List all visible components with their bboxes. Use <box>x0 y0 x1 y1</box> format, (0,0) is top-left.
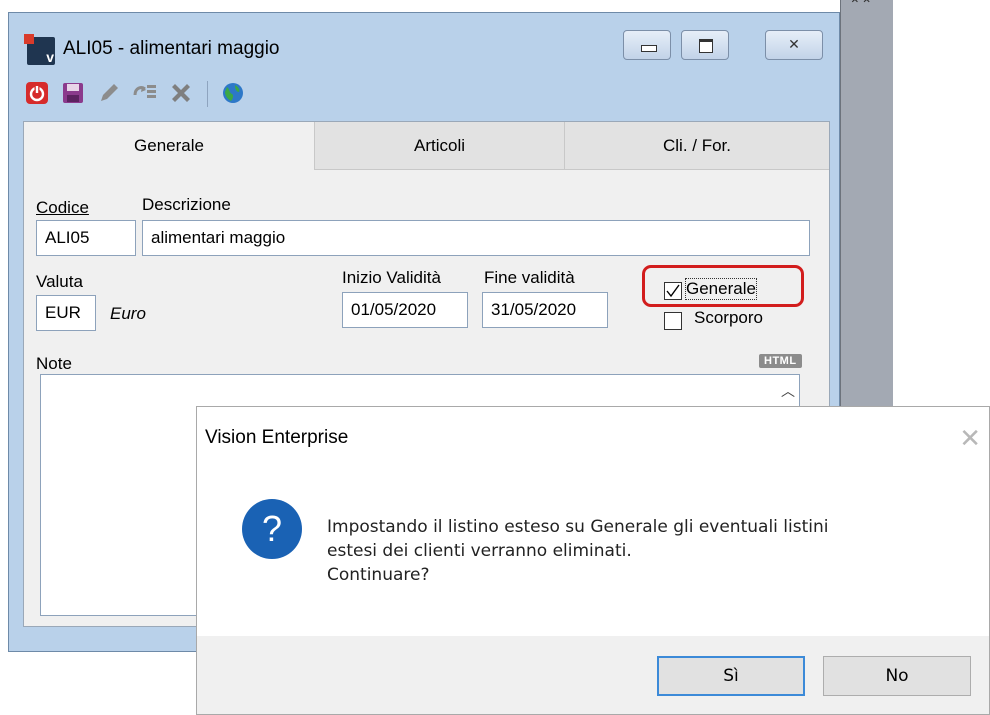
confirm-dialog: Vision Enterprise ✕ ? Impostando il list… <box>196 406 990 715</box>
minimize-button[interactable] <box>623 30 671 60</box>
dialog-message-line: Continuare? <box>327 565 430 585</box>
question-icon: ? <box>242 499 302 559</box>
dialog-footer: Sì No <box>197 636 989 714</box>
note-label: Note <box>36 354 72 373</box>
codice-field[interactable]: ALI05 <box>36 220 136 256</box>
inizio-validita-label: Inizio Validità <box>342 268 441 287</box>
tab-articoli[interactable]: Articoli <box>314 122 564 170</box>
toolbar-separator <box>207 81 208 107</box>
fine-validita-label: Fine validità <box>484 268 575 287</box>
power-icon[interactable] <box>23 79 51 107</box>
descrizione-field[interactable]: alimentari maggio <box>142 220 810 256</box>
generale-checkbox-label[interactable]: Generale <box>685 278 757 300</box>
tab-generale[interactable]: Generale <box>24 122 314 170</box>
window-title: ALI05 - alimentari maggio <box>63 38 280 59</box>
close-window-button[interactable]: ✕ <box>765 30 823 60</box>
background-window: ⌃⌃ <box>840 0 893 410</box>
dialog-message-line: estesi dei clienti verranno eliminati. <box>327 541 632 561</box>
close-icon[interactable]: ✕ <box>959 423 981 454</box>
dialog-message-line: Impostando il listino esteso su Generale… <box>327 517 829 537</box>
title-bar: v ALI05 - alimentari maggio ✕ <box>9 13 839 69</box>
scorporo-checkbox[interactable] <box>664 312 682 330</box>
tab-strip: Generale Articoli Cli. / For. <box>24 122 829 170</box>
no-button[interactable]: No <box>823 656 971 696</box>
toolbar <box>23 75 423 111</box>
codice-label: Codice <box>36 198 89 217</box>
delete-x-icon[interactable] <box>167 79 195 107</box>
fine-validita-field[interactable]: 31/05/2020 <box>482 292 608 328</box>
close-icon: ✕ <box>788 36 800 52</box>
dialog-message: Impostando il listino esteso su Generale… <box>327 515 828 587</box>
generale-checkbox[interactable] <box>664 282 682 300</box>
valuta-field[interactable]: EUR <box>36 295 96 331</box>
scorporo-checkbox-label[interactable]: Scorporo <box>694 308 763 328</box>
valuta-label: Valuta <box>36 272 83 291</box>
maximize-button[interactable] <box>681 30 729 60</box>
minimize-icon <box>641 45 657 52</box>
html-badge[interactable]: HTML <box>759 354 802 368</box>
globe-icon[interactable] <box>219 79 247 107</box>
edit-pencil-icon[interactable] <box>95 79 123 107</box>
scroll-up-icon[interactable]: ︿ <box>781 381 795 401</box>
tab-cli-for[interactable]: Cli. / For. <box>564 122 829 170</box>
dialog-title: Vision Enterprise <box>205 427 349 448</box>
save-icon[interactable] <box>59 79 87 107</box>
valuta-name: Euro <box>110 304 146 323</box>
app-logo-icon: v <box>24 34 55 65</box>
descrizione-label: Descrizione <box>142 195 231 214</box>
yes-button[interactable]: Sì <box>657 656 805 696</box>
checkmark-icon <box>666 284 680 298</box>
inizio-validita-field[interactable]: 01/05/2020 <box>342 292 468 328</box>
scroll-arrow-icon: ⌃⌃ <box>849 0 873 12</box>
copy-list-icon[interactable] <box>131 79 159 107</box>
maximize-icon <box>699 39 713 53</box>
